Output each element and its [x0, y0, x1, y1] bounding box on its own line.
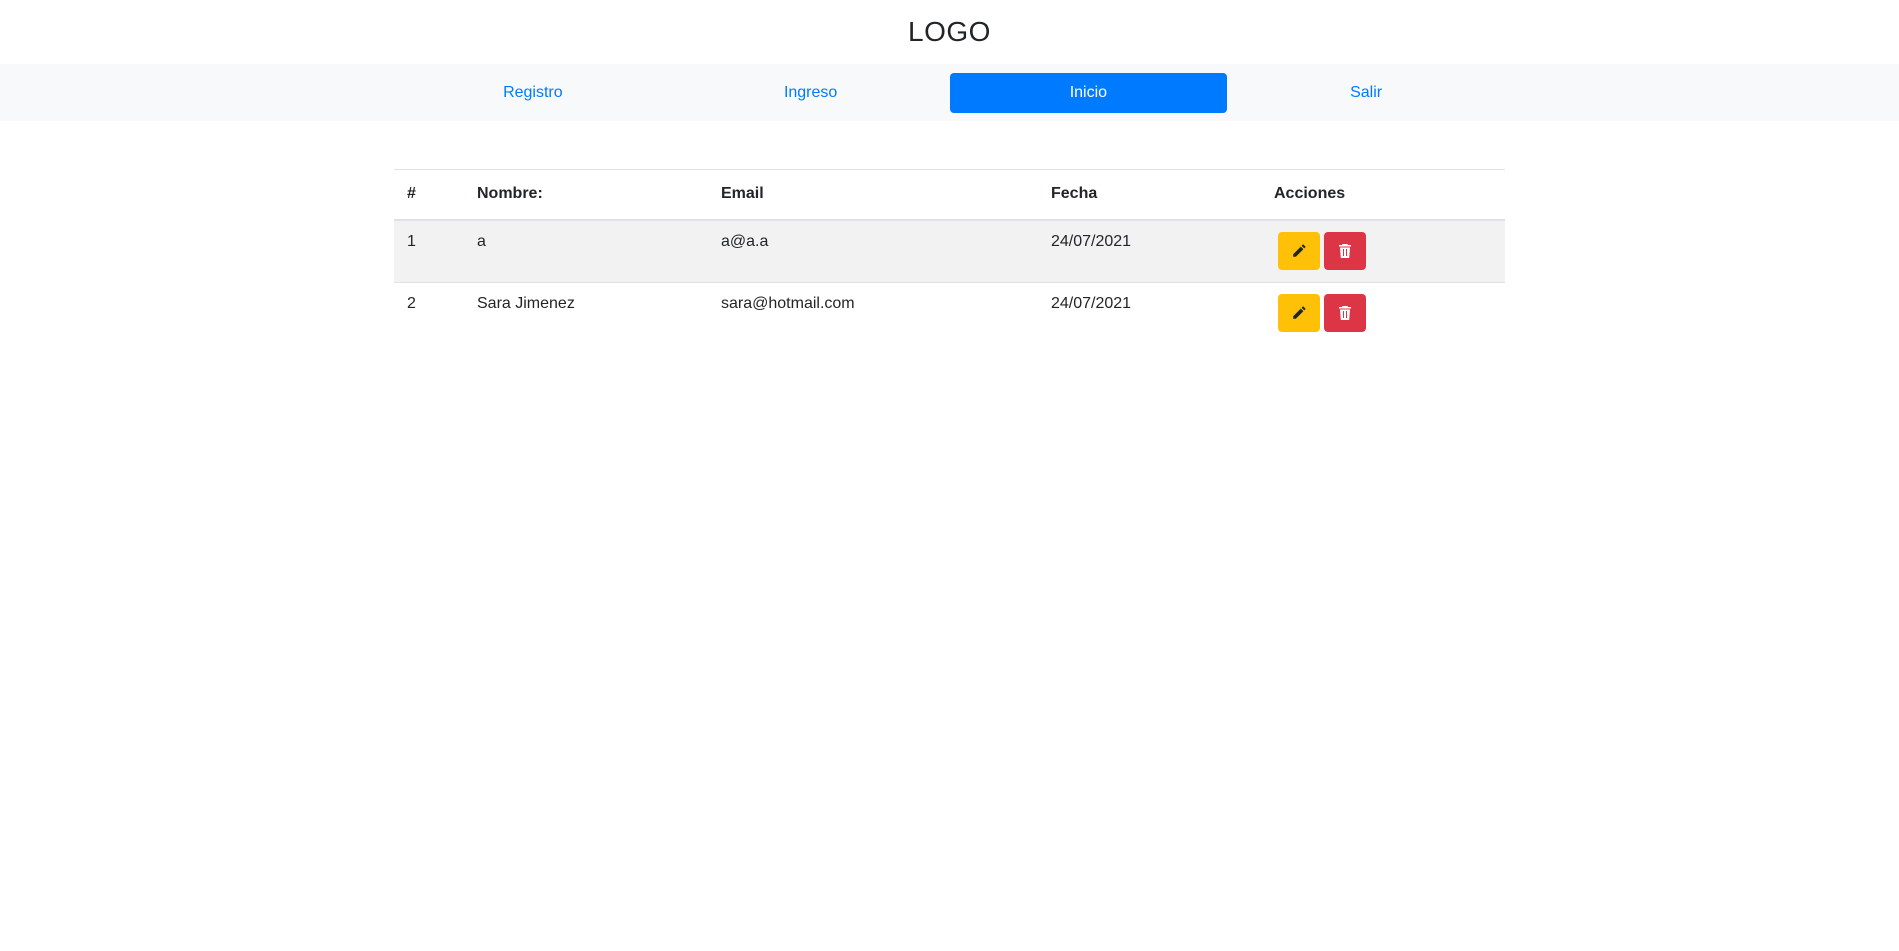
header: LOGO: [0, 0, 1899, 64]
cell-date: 24/07/2021: [1038, 282, 1261, 346]
nav-item-salir[interactable]: Salir: [1227, 73, 1505, 113]
table-row: 1 a a@a.a 24/07/2021: [394, 219, 1505, 283]
cell-email: a@a.a: [708, 219, 1038, 283]
cell-number: 1: [394, 219, 464, 283]
main-content: # Nombre: Email Fecha Acciones 1 a a@a.a…: [394, 169, 1505, 346]
header-number: #: [394, 169, 464, 221]
nav-item-ingreso[interactable]: Ingreso: [672, 73, 950, 113]
edit-button[interactable]: [1278, 294, 1320, 332]
users-table: # Nombre: Email Fecha Acciones 1 a a@a.a…: [394, 169, 1505, 346]
main-nav: Registro Ingreso Inicio Salir: [0, 64, 1899, 121]
trash-icon: [1339, 306, 1351, 320]
cell-name: Sara Jimenez: [464, 282, 708, 346]
nav-item-inicio[interactable]: Inicio: [949, 72, 1228, 113]
edit-button[interactable]: [1278, 231, 1320, 270]
table-header-row: # Nombre: Email Fecha Acciones: [394, 169, 1505, 221]
cell-email: sara@hotmail.com: [708, 282, 1038, 346]
logo: LOGO: [908, 16, 991, 47]
table-row: 2 Sara Jimenez sara@hotmail.com 24/07/20…: [394, 282, 1505, 346]
trash-icon: [1339, 243, 1351, 258]
cell-name: a: [464, 219, 708, 283]
cell-date: 24/07/2021: [1038, 219, 1261, 283]
cell-actions: [1261, 219, 1505, 283]
header-date: Fecha: [1038, 169, 1261, 221]
pencil-icon: [1293, 243, 1306, 257]
cell-number: 2: [394, 282, 464, 346]
cell-actions: [1261, 282, 1505, 346]
header-actions: Acciones: [1261, 169, 1505, 221]
delete-button[interactable]: [1324, 231, 1366, 270]
nav-item-registro[interactable]: Registro: [394, 73, 672, 113]
header-name: Nombre:: [464, 169, 708, 221]
pencil-icon: [1293, 306, 1306, 319]
header-email: Email: [708, 169, 1038, 221]
nav-items: Registro Ingreso Inicio Salir: [394, 72, 1505, 113]
delete-button[interactable]: [1324, 294, 1366, 332]
